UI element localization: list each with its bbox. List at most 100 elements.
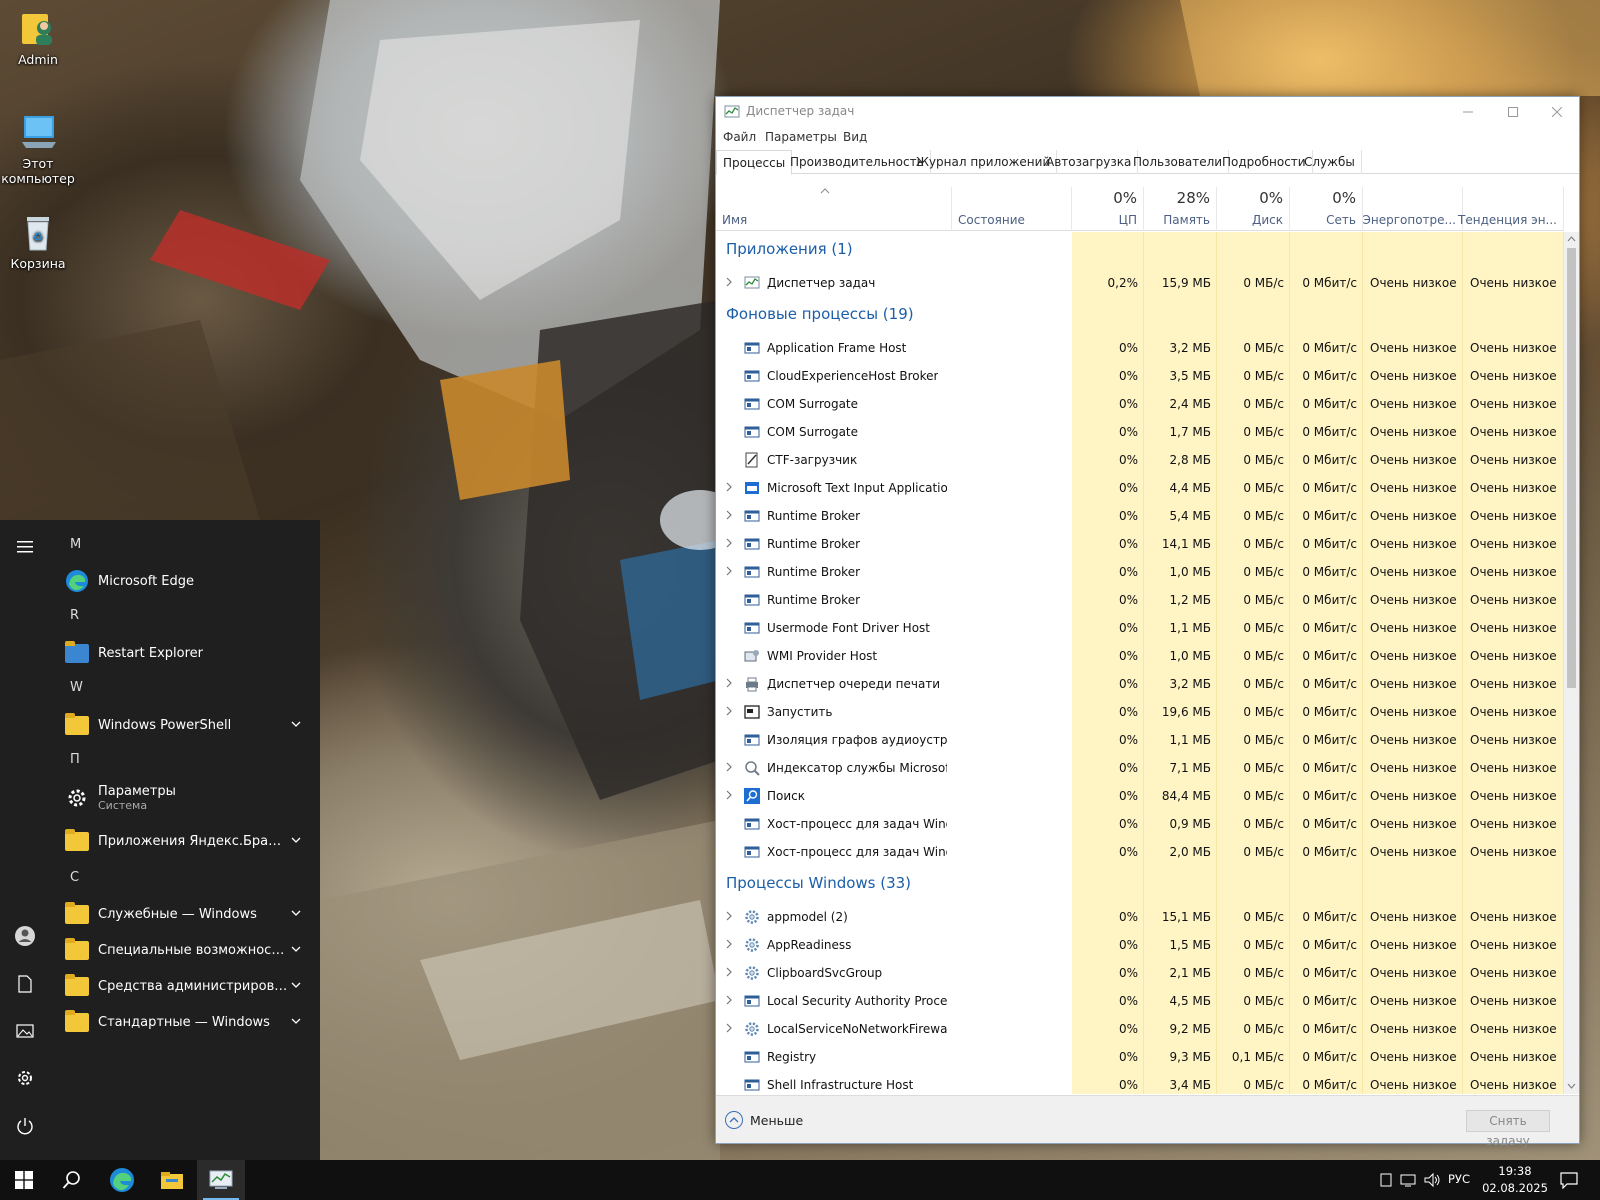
- menu-file[interactable]: Файл: [723, 130, 756, 144]
- process-row[interactable]: Диспетчер очереди печати 0% 3,2 МБ 0 МБ/с 0 …: [716, 670, 1564, 698]
- settings-gear-icon[interactable]: [13, 1066, 37, 1090]
- notification-center-icon[interactable]: [1560, 1171, 1578, 1189]
- column-power[interactable]: Энергопотре...: [1363, 187, 1463, 231]
- process-row[interactable]: Runtime Broker 0% 5,4 МБ 0 МБ/с 0 Мбит/с Очен…: [716, 502, 1564, 530]
- process-row[interactable]: Диспетчер задач 0,2% 15,9 МБ 0 МБ/с 0 Мбит/с…: [716, 269, 1564, 297]
- desktop-icon-recycle-bin[interactable]: ♻ Корзина: [0, 212, 76, 271]
- end-task-button[interactable]: Снять задачу: [1466, 1110, 1550, 1148]
- process-row[interactable]: Registry 0% 9,3 МБ 0,1 МБ/с 0 Мбит/с Очень ни…: [716, 1043, 1564, 1071]
- column-status[interactable]: Состояние: [952, 187, 1072, 231]
- maximize-button[interactable]: [1490, 97, 1535, 127]
- process-row[interactable]: AppReadiness 0% 1,5 МБ 0 МБ/с 0 Мбит/с Очень …: [716, 931, 1564, 959]
- column-disk[interactable]: 0% Диск: [1217, 187, 1290, 231]
- tab-app-history[interactable]: Журнал приложений: [910, 150, 1058, 174]
- column-cpu[interactable]: 0% ЦП: [1072, 187, 1144, 231]
- taskbar-file-explorer[interactable]: [148, 1160, 196, 1200]
- network-icon[interactable]: [1400, 1172, 1416, 1188]
- start-item-accessories[interactable]: Стандартные — Windows: [60, 1004, 310, 1040]
- tab-services[interactable]: Службы: [1298, 150, 1362, 174]
- letter-header[interactable]: R: [70, 608, 79, 623]
- vertical-scrollbar[interactable]: [1564, 232, 1579, 1094]
- process-row[interactable]: Хост-процесс для задач Windo... 0% 2,0 МБ 0…: [716, 838, 1564, 866]
- tab-processes[interactable]: Процессы: [716, 150, 793, 175]
- start-item-restart-explorer[interactable]: Restart Explorer: [60, 635, 310, 671]
- expand-chevron-icon[interactable]: [725, 911, 733, 921]
- process-row[interactable]: CTF-загрузчик 0% 2,8 МБ 0 МБ/с 0 Мбит/с Очень…: [716, 446, 1564, 474]
- process-row[interactable]: Runtime Broker 0% 1,0 МБ 0 МБ/с 0 Мбит/с Очен…: [716, 558, 1564, 586]
- group-header[interactable]: Фоновые процессы (19): [726, 305, 914, 323]
- close-button[interactable]: [1534, 97, 1579, 127]
- system-clock[interactable]: 19:38 02.08.2025: [1478, 1163, 1552, 1197]
- menu-options[interactable]: Параметры: [765, 130, 837, 144]
- expand-chevron-icon[interactable]: [725, 482, 733, 492]
- expand-chevron-icon[interactable]: [725, 277, 733, 287]
- taskbar-edge[interactable]: [98, 1160, 146, 1200]
- process-row[interactable]: Хост-процесс для задач Windo... 0% 0,9 МБ 0…: [716, 810, 1564, 838]
- hamburger-menu-icon[interactable]: [13, 535, 37, 559]
- start-item-admin-tools[interactable]: Средства администрирования W...: [60, 968, 310, 1004]
- tab-performance[interactable]: Производительность: [784, 150, 931, 174]
- letter-header[interactable]: M: [70, 537, 81, 552]
- letter-header[interactable]: С: [70, 870, 79, 885]
- title-bar[interactable]: Диспетчер задач: [716, 97, 1579, 127]
- start-button[interactable]: [0, 1160, 48, 1200]
- process-row[interactable]: ClipboardSvcGroup 0% 2,1 МБ 0 МБ/с 0 Мбит/с О…: [716, 959, 1564, 987]
- process-row[interactable]: WMI Provider Host 0% 1,0 МБ 0 МБ/с 0 Мбит/с О…: [716, 642, 1564, 670]
- documents-icon[interactable]: [13, 972, 37, 996]
- expand-chevron-icon[interactable]: [725, 939, 733, 949]
- start-item-windows-powershell[interactable]: Windows PowerShell: [60, 707, 310, 743]
- expand-chevron-icon[interactable]: [725, 678, 733, 688]
- expand-chevron-icon[interactable]: [725, 967, 733, 977]
- fewer-details-button[interactable]: Меньше: [724, 1110, 803, 1130]
- start-item-parameters[interactable]: Параметры Система: [60, 778, 310, 818]
- input-language[interactable]: РУС: [1448, 1172, 1470, 1186]
- letter-header[interactable]: W: [70, 680, 83, 695]
- tray-device-icon[interactable]: [1378, 1172, 1394, 1188]
- start-item-accessibility[interactable]: Специальные возможности Win...: [60, 932, 310, 968]
- tab-users[interactable]: Пользователи: [1127, 150, 1230, 174]
- scroll-down-icon[interactable]: [1567, 1082, 1576, 1090]
- tab-startup[interactable]: Автозагрузка: [1040, 150, 1139, 174]
- process-row[interactable]: CloudExperienceHost Broker 0% 3,5 МБ 0 МБ/с…: [716, 362, 1564, 390]
- user-avatar-icon[interactable]: [13, 924, 37, 948]
- column-network[interactable]: 0% Сеть: [1290, 187, 1363, 231]
- group-header[interactable]: Приложения (1): [726, 240, 853, 258]
- start-item-yandex-browser-apps[interactable]: Приложения Яндекс.Браузер: [60, 823, 310, 859]
- expand-chevron-icon[interactable]: [725, 762, 733, 772]
- expand-chevron-icon[interactable]: [725, 790, 733, 800]
- process-row[interactable]: COM Surrogate 0% 1,7 МБ 0 МБ/с 0 Мбит/с Очень…: [716, 418, 1564, 446]
- group-header[interactable]: Процессы Windows (33): [726, 874, 911, 892]
- letter-header[interactable]: П: [70, 752, 80, 767]
- process-row[interactable]: Запустить 0% 19,6 МБ 0 МБ/с 0 Мбит/с Очень ни…: [716, 698, 1564, 726]
- power-icon[interactable]: [13, 1114, 37, 1138]
- process-row[interactable]: Runtime Broker 0% 14,1 МБ 0 МБ/с 0 Мбит/с Оче…: [716, 530, 1564, 558]
- process-row[interactable]: Поиск 0% 84,4 МБ 0 МБ/с 0 Мбит/с Очень низкое…: [716, 782, 1564, 810]
- taskbar-task-manager[interactable]: [197, 1160, 245, 1200]
- search-button[interactable]: [48, 1160, 96, 1200]
- process-row[interactable]: Local Security Authority Process... 0% 4,5…: [716, 987, 1564, 1015]
- start-item-microsoft-edge[interactable]: Microsoft Edge: [60, 563, 310, 599]
- expand-chevron-icon[interactable]: [725, 706, 733, 716]
- volume-icon[interactable]: [1424, 1172, 1440, 1188]
- column-name[interactable]: Имя: [716, 187, 952, 231]
- expand-chevron-icon[interactable]: [725, 510, 733, 520]
- column-power-trend[interactable]: Тенденция эн...: [1458, 187, 1564, 231]
- start-item-system-tools[interactable]: Служебные — Windows: [60, 896, 310, 932]
- expand-chevron-icon[interactable]: [725, 995, 733, 1005]
- desktop-icon-this-pc[interactable]: Этот компьютер: [0, 112, 76, 186]
- process-row[interactable]: Изоляция графов аудиоустро... 0% 1,1 МБ 0 М…: [716, 726, 1564, 754]
- process-row[interactable]: Shell Infrastructure Host 0% 3,4 МБ 0 МБ/с 0…: [716, 1071, 1564, 1094]
- process-row[interactable]: Runtime Broker 0% 1,2 МБ 0 МБ/с 0 Мбит/с Очен…: [716, 586, 1564, 614]
- pictures-icon[interactable]: [13, 1019, 37, 1043]
- process-row[interactable]: Индексатор службы Microsoft ... 0% 7,1 МБ 0…: [716, 754, 1564, 782]
- scroll-up-icon[interactable]: [1567, 235, 1576, 243]
- expand-chevron-icon[interactable]: [725, 538, 733, 548]
- menu-view[interactable]: Вид: [843, 130, 867, 144]
- process-row[interactable]: Usermode Font Driver Host 0% 1,1 МБ 0 МБ/с 0…: [716, 614, 1564, 642]
- process-row[interactable]: Application Frame Host 0% 3,2 МБ 0 МБ/с 0 Мб…: [716, 334, 1564, 362]
- expand-chevron-icon[interactable]: [725, 1023, 733, 1033]
- process-row[interactable]: appmodel (2) 0% 15,1 МБ 0 МБ/с 0 Мбит/с Очень…: [716, 903, 1564, 931]
- minimize-button[interactable]: [1445, 97, 1490, 127]
- process-row[interactable]: COM Surrogate 0% 2,4 МБ 0 МБ/с 0 Мбит/с Очень…: [716, 390, 1564, 418]
- scrollbar-thumb[interactable]: [1567, 248, 1576, 688]
